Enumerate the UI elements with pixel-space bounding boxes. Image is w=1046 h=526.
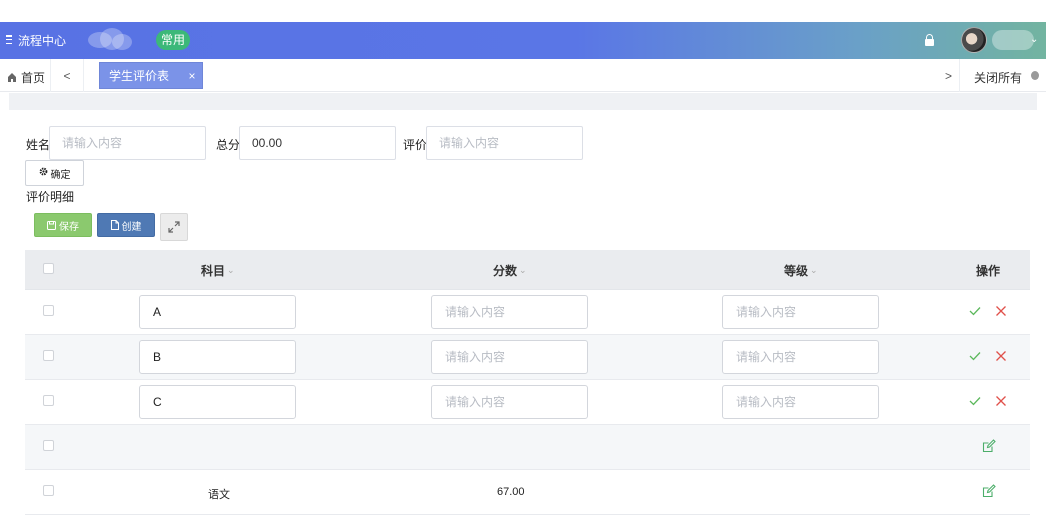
tab-scroll-left-button[interactable]: < [50,59,84,92]
chevron-down-icon[interactable]: ⌄ [1030,34,1038,45]
table-row [25,425,1030,470]
sort-caret-icon: ⌄ [227,265,235,275]
total-score-label: 总分 [216,138,241,152]
table-row [25,380,1030,425]
close-icon[interactable]: × [182,69,202,83]
save-icon [47,220,56,230]
user-name-blurred[interactable] [992,30,1034,50]
section-title: 评价明细 [26,190,75,204]
table-row: 语文 67.00 [25,470,1030,515]
home-tab[interactable]: 首页 [8,69,45,86]
subject-cell: 语文 [208,489,230,501]
row-checkbox[interactable] [43,305,54,316]
cancel-x-icon[interactable] [994,349,1008,363]
table-row [25,290,1030,335]
subject-input[interactable] [139,385,296,419]
save-label: 保存 [59,221,79,233]
table-row [25,335,1030,380]
row-checkbox[interactable] [43,350,54,361]
evaluation-label: 评价 [403,138,428,152]
column-header-actions: 操作 [976,264,1001,278]
grade-header-label: 等级 [784,264,809,278]
row-checkbox[interactable] [43,395,54,406]
evaluation-detail-table: 科目 ⌄ 分数 ⌄ 等级 ⌄ 操作 A 请输入内容 请输入内容 B 请输入内容 … [25,250,1030,515]
table-header: 科目 ⌄ 分数 ⌄ 等级 ⌄ 操作 [25,250,1030,290]
home-icon [8,73,16,82]
sort-caret-icon: ⌄ [810,265,818,275]
confirm-button[interactable]: 确定 [25,160,84,186]
score-header-label: 分数 [493,264,518,278]
column-header-score[interactable]: 分数 ⌄ [493,262,527,279]
column-header-grade[interactable]: 等级 ⌄ [784,262,818,279]
sort-caret-icon: ⌄ [519,265,527,275]
score-input[interactable] [431,295,588,329]
confirm-check-icon[interactable] [968,349,982,363]
name-input[interactable] [49,126,206,160]
subject-header-label: 科目 [201,264,226,278]
select-all-checkbox[interactable] [43,263,54,274]
gear-icon [39,167,48,179]
score-cell: 67.00 [497,486,525,498]
confirm-check-icon[interactable] [968,394,982,408]
file-icon [110,220,119,230]
edit-icon[interactable] [982,484,996,498]
save-button[interactable]: 保存 [34,213,92,237]
chevron-right-icon: > [944,68,952,83]
row-checkbox[interactable] [43,440,54,451]
expand-button[interactable] [160,213,188,241]
score-input[interactable] [431,385,588,419]
close-all-tabs-button[interactable]: 关闭所有 [974,69,1022,86]
tab-label: 学生评价表 [109,69,170,83]
home-label: 首页 [21,71,46,85]
confirm-label: 确定 [50,169,71,181]
blurred-logo [88,28,132,52]
tab-scroll-right-button[interactable]: > [938,59,960,92]
grade-input[interactable] [722,340,879,374]
favorites-badge[interactable]: 常用 [156,30,191,50]
tab-options-icon[interactable] [1031,71,1039,80]
subject-input[interactable] [139,295,296,329]
row-checkbox[interactable] [43,485,54,496]
name-label: 姓名 [26,138,51,152]
create-label: 创建 [121,221,142,233]
tab-student-evaluation[interactable]: 学生评价表 × [99,62,203,89]
cancel-x-icon[interactable] [994,304,1008,318]
create-button[interactable]: 创建 [97,213,155,237]
app-title[interactable]: 流程中心 [18,32,66,49]
grade-input[interactable] [722,295,879,329]
content-divider [9,93,1037,110]
app-header: 流程中心 常用 ⌄ [0,22,1046,59]
tabs-bar: 首页 < 学生评价表 × > 关闭所有 [0,59,1046,92]
grade-input[interactable] [722,385,879,419]
lock-icon[interactable] [925,34,934,46]
score-input[interactable] [431,340,588,374]
expand-icon [168,221,180,233]
chevron-left-icon: < [63,68,71,83]
evaluation-input[interactable] [426,126,583,160]
total-score-input[interactable] [239,126,396,160]
edit-icon[interactable] [982,439,996,453]
cancel-x-icon[interactable] [994,394,1008,408]
menu-icon[interactable] [6,35,12,44]
avatar[interactable] [961,27,987,53]
column-header-subject[interactable]: 科目 ⌄ [201,262,235,279]
subject-input[interactable] [139,340,296,374]
confirm-check-icon[interactable] [968,304,982,318]
